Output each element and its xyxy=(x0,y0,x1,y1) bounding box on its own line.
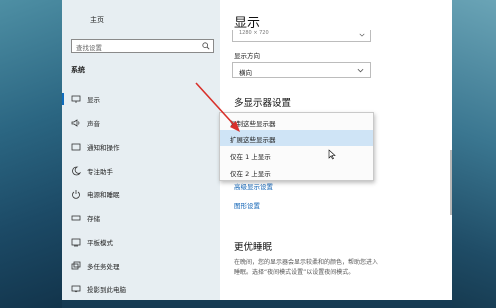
dropdown-option-duplicate[interactable]: 复制这些显示器 xyxy=(220,114,373,130)
orientation-select[interactable]: 横向 xyxy=(232,62,371,78)
sleep-section-title: 更优睡眠 xyxy=(234,242,273,253)
dropdown-option-show-only-2[interactable]: 仅在 2 上显示 xyxy=(220,164,373,180)
monitor-icon xyxy=(71,95,81,103)
dropdown-option-label: 仅在 1 上显示 xyxy=(230,153,271,161)
nav-section-title: 系统 xyxy=(71,66,85,74)
page-title: 显示 xyxy=(234,16,261,31)
dropdown-option-show-only-1[interactable]: 仅在 1 上显示 xyxy=(220,147,373,163)
nav-home-link[interactable]: 主页 xyxy=(90,15,104,25)
dropdown-option-extend[interactable]: 扩展这些显示器 xyxy=(220,130,373,160)
sidebar-item-label: 电源和睡眠 xyxy=(87,191,120,199)
resolution-value: 1280 × 720 xyxy=(239,30,269,36)
multitask-icon xyxy=(71,261,81,270)
sidebar-item-label: 显示 xyxy=(87,96,100,104)
sidebar-item-focus-assist[interactable]: 专注助手 xyxy=(62,163,220,179)
resolution-select[interactable]: 1280 × 720 xyxy=(232,30,371,42)
blurred-overlay xyxy=(360,250,452,300)
speaker-icon xyxy=(71,119,80,127)
power-icon xyxy=(72,190,80,199)
dropdown-option-label: 复制这些显示器 xyxy=(230,120,276,128)
sidebar-item-label: 平板模式 xyxy=(87,239,113,247)
graphics-settings-link[interactable]: 图形设置 xyxy=(234,200,260,210)
desktop-background-right xyxy=(452,0,496,308)
chevron-down-icon xyxy=(357,68,364,73)
sidebar-item-tablet-mode[interactable]: 平板模式 xyxy=(62,234,220,250)
sidebar-item-label: 投影到此电脑 xyxy=(87,286,126,294)
settings-nav-pane: 主页 查找设置 系统 显示 声音 通知和操作 专注助手 电源和睡眠 存储 平板模… xyxy=(62,0,220,300)
tablet-icon xyxy=(71,238,81,247)
orientation-label: 显示方向 xyxy=(234,52,260,60)
desktop-background-left xyxy=(0,0,62,308)
search-input[interactable]: 查找设置 xyxy=(71,39,214,53)
chevron-down-icon xyxy=(359,33,365,37)
moon-icon xyxy=(72,166,81,176)
sidebar-item-multitasking[interactable]: 多任务处理 xyxy=(62,258,220,274)
dropdown-option-label: 扩展这些显示器 xyxy=(230,136,276,144)
sidebar-item-notifications[interactable]: 通知和操作 xyxy=(62,139,220,155)
multi-display-title: 多显示器设置 xyxy=(234,98,292,109)
notification-icon xyxy=(71,143,81,151)
sidebar-item-display[interactable]: 显示 xyxy=(62,91,220,107)
sidebar-item-power-sleep[interactable]: 电源和睡眠 xyxy=(62,186,220,202)
storage-icon xyxy=(71,215,81,221)
search-placeholder: 查找设置 xyxy=(76,44,102,52)
sidebar-item-sound[interactable]: 声音 xyxy=(62,115,220,131)
sidebar-item-label: 专注助手 xyxy=(87,168,113,176)
sidebar-item-label: 声音 xyxy=(87,120,100,128)
advanced-display-link[interactable]: 高级显示设置 xyxy=(234,181,273,191)
orientation-value: 横向 xyxy=(239,69,252,77)
search-icon xyxy=(202,42,210,50)
dropdown-option-label: 仅在 2 上显示 xyxy=(230,170,271,178)
sidebar-item-storage[interactable]: 存储 xyxy=(62,210,220,226)
multi-display-dropdown[interactable]: 复制这些显示器 扩展这些显示器 仅在 1 上显示 仅在 2 上显示 xyxy=(219,112,374,181)
project-icon xyxy=(71,285,81,293)
sidebar-item-project[interactable]: 投影到此电脑 xyxy=(62,281,220,297)
sidebar-item-label: 存储 xyxy=(87,215,100,223)
scrollbar[interactable] xyxy=(450,150,452,215)
sidebar-item-label: 多任务处理 xyxy=(87,263,120,271)
sidebar-item-label: 通知和操作 xyxy=(87,144,120,152)
